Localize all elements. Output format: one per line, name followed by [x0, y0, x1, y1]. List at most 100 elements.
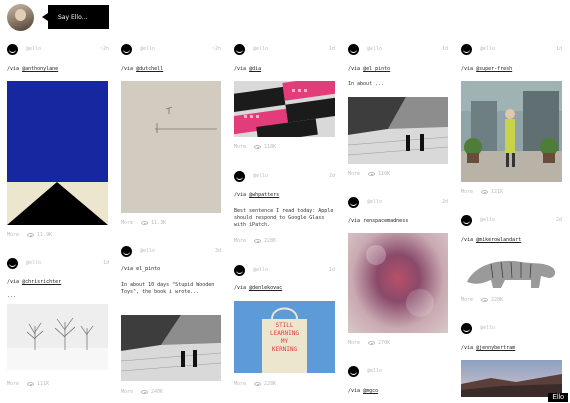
post-image[interactable]: [7, 304, 108, 370]
ello-logo-icon[interactable]: [234, 44, 245, 55]
more-link[interactable]: More: [7, 232, 19, 238]
post-author[interactable]: @ello: [480, 46, 495, 52]
ello-logo-icon[interactable]: [234, 171, 245, 182]
more-link[interactable]: More: [348, 340, 360, 346]
post-header: @ello 1d: [7, 258, 109, 270]
via-link[interactable]: /via @anthonylane: [7, 66, 58, 72]
via-link[interactable]: /via @denlekovac: [234, 285, 282, 291]
ello-logo-icon[interactable]: [461, 323, 472, 334]
post-time: 1d: [555, 46, 562, 52]
via-user[interactable]: @mgco: [363, 388, 378, 394]
ello-logo-icon[interactable]: [348, 197, 359, 208]
via-link[interactable]: /via @dutchell: [121, 66, 163, 72]
more-link[interactable]: More: [234, 238, 246, 244]
more-link[interactable]: More: [234, 381, 246, 387]
more-link[interactable]: More: [121, 389, 133, 395]
eye-icon: [481, 298, 489, 302]
post-image[interactable]: [234, 81, 335, 137]
via-user[interactable]: @chrisrichter: [22, 279, 61, 285]
post-header: @ello: [348, 366, 448, 378]
ello-logo-icon[interactable]: [348, 366, 359, 377]
eye-icon: [481, 190, 489, 194]
post-author[interactable]: @ello: [253, 46, 268, 52]
post-image[interactable]: [121, 315, 221, 381]
via-link[interactable]: /via @mikerowlandart: [461, 237, 521, 243]
post-author[interactable]: @ello: [367, 46, 382, 52]
post-image[interactable]: [121, 81, 221, 213]
more-link[interactable]: More: [234, 144, 246, 150]
post-image[interactable]: [348, 233, 448, 333]
more-link[interactable]: More: [348, 171, 360, 177]
avatar[interactable]: [7, 4, 34, 31]
post-author[interactable]: @ello: [253, 267, 268, 273]
via-user[interactable]: @anthonylane: [22, 66, 58, 72]
via-link[interactable]: /via @super-fresh: [461, 66, 512, 72]
view-count: 228K: [491, 297, 504, 303]
post-author[interactable]: @ello: [253, 173, 268, 179]
via-link[interactable]: /via @dia: [234, 66, 261, 72]
via-user[interactable]: @super-fresh: [476, 66, 512, 72]
post-author[interactable]: @ello: [26, 260, 41, 266]
via-user[interactable]: @whpatters: [249, 192, 279, 198]
post-author[interactable]: @ello: [480, 325, 495, 331]
via-link[interactable]: /via @whpatters: [234, 192, 279, 198]
post-meta: More 11.3K: [121, 220, 166, 226]
more-link[interactable]: More: [461, 189, 473, 195]
ello-logo-icon[interactable]: [121, 44, 132, 55]
via-user[interactable]: @el_pinto: [363, 66, 390, 72]
via-user[interactable]: @denlekovac: [249, 285, 282, 291]
post-caption: Best sentence I read today: Apple should…: [234, 208, 334, 228]
ello-logo-icon[interactable]: [121, 246, 132, 257]
post-author[interactable]: @ello: [367, 368, 382, 374]
tote-line: MY: [280, 338, 289, 345]
eye-icon: [368, 341, 376, 345]
post-image[interactable]: [7, 81, 108, 225]
more-link[interactable]: More: [461, 297, 473, 303]
post-time: 2d: [441, 199, 448, 205]
ello-logo-icon[interactable]: [461, 44, 472, 55]
post-author[interactable]: @ello: [140, 46, 155, 52]
post-image[interactable]: [348, 97, 448, 164]
ello-logo-icon[interactable]: [348, 44, 359, 55]
via-user[interactable]: @mikerowlandart: [476, 237, 521, 243]
via-user[interactable]: @jennybertram: [476, 345, 515, 351]
eye-icon: [254, 382, 262, 386]
ello-logo-icon[interactable]: [461, 215, 472, 226]
via-user[interactable]: renspacemadness: [363, 218, 408, 224]
post-time: 1d: [328, 267, 335, 273]
via-link[interactable]: /via renspacemadness: [348, 218, 408, 224]
eye-icon: [27, 382, 35, 386]
via-link[interactable]: /via el_pinto: [121, 266, 160, 272]
tote-line: STILL: [275, 322, 294, 329]
post-header: @ello 2d: [348, 197, 448, 209]
more-link[interactable]: More: [7, 381, 19, 387]
post-image[interactable]: [461, 81, 562, 182]
post-meta: More 111K: [7, 381, 49, 387]
post-image[interactable]: STILL LEARNING MY KERNING: [234, 301, 335, 373]
via-link[interactable]: /via @el_pinto: [348, 66, 390, 72]
via-link[interactable]: /via @jennybertram: [461, 345, 515, 351]
ello-logo-icon[interactable]: [234, 265, 245, 276]
ello-logo-icon[interactable]: [7, 44, 18, 55]
via-user[interactable]: el_pinto: [136, 266, 160, 272]
blue-triangle-artwork: [7, 81, 108, 225]
via-user[interactable]: @dia: [249, 66, 261, 72]
more-link[interactable]: More: [121, 220, 133, 226]
post-image[interactable]: [461, 252, 562, 292]
eye-icon: [254, 145, 262, 149]
via-user[interactable]: @dutchell: [136, 66, 163, 72]
ello-logo-icon[interactable]: [7, 258, 18, 269]
post-author[interactable]: @ello: [140, 248, 155, 254]
post-time: ~2h: [99, 46, 109, 52]
post-author[interactable]: @ello: [367, 199, 382, 205]
via-link[interactable]: /via @chrisrichter: [7, 279, 61, 285]
via-link[interactable]: /via @mgco: [348, 388, 378, 394]
post-time: 2d: [328, 173, 335, 179]
say-ello-button[interactable]: Say Ello...: [42, 5, 109, 29]
post-header: @ello 1d: [234, 44, 335, 56]
post-image[interactable]: [461, 360, 562, 397]
post-time: 1d: [328, 46, 335, 52]
view-count: 11.3K: [151, 220, 167, 226]
post-author[interactable]: @ello: [26, 46, 41, 52]
post-author[interactable]: @ello: [480, 217, 495, 223]
